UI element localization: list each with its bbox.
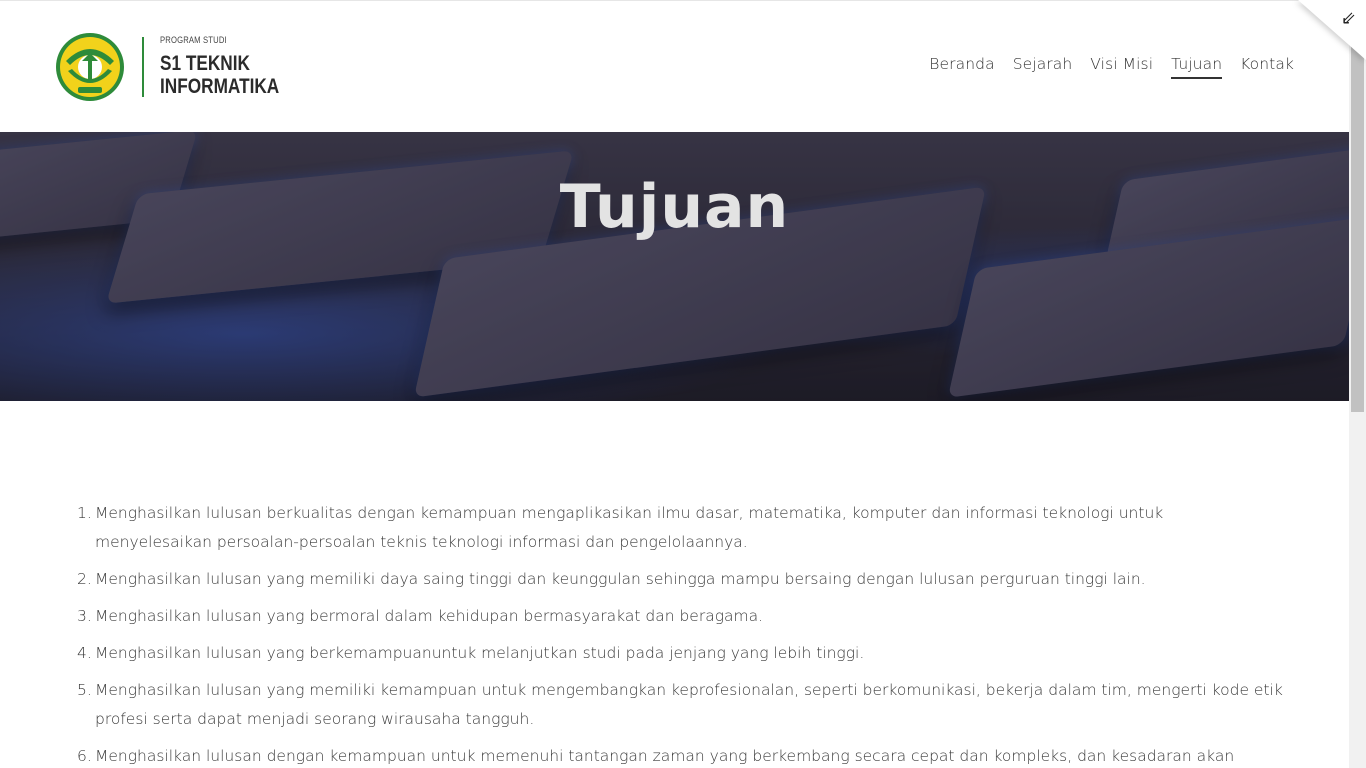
list-item: 3. Menghasilkan lulusan yang bermoral da… xyxy=(77,602,1285,631)
list-item-text: Menghasilkan lulusan yang memiliki kemam… xyxy=(95,681,1283,728)
main-content: 1. Menghasilkan lulusan berkualitas deng… xyxy=(77,499,1285,768)
nav-item-kontak[interactable]: Kontak xyxy=(1240,55,1294,79)
site-header: PROGRAM STUDI S1 TEKNIK INFORMATIKA Bera… xyxy=(0,0,1349,132)
page-title: Tujuan xyxy=(559,172,790,242)
goals-list: 1. Menghasilkan lulusan berkualitas deng… xyxy=(77,499,1285,768)
list-item-number: 6. xyxy=(77,747,92,765)
list-item-text: Menghasilkan lulusan yang bermoral dalam… xyxy=(95,607,764,625)
list-item: 1. Menghasilkan lulusan berkualitas deng… xyxy=(77,499,1285,557)
scrollbar-thumb[interactable] xyxy=(1351,40,1364,412)
exit-fullscreen-icon[interactable]: ⇙ xyxy=(1341,8,1356,29)
brand[interactable]: PROGRAM STUDI S1 TEKNIK INFORMATIKA xyxy=(54,31,305,103)
corner-fold[interactable]: ⇙ xyxy=(1298,0,1366,60)
brand-title-line2: INFORMATIKA xyxy=(160,74,280,98)
list-item-text: Menghasilkan lulusan dengan kemampuan un… xyxy=(95,747,1235,765)
list-item-number: 1. xyxy=(77,504,92,522)
list-item-text: Menghasilkan lulusan yang memiliki daya … xyxy=(95,570,1146,588)
university-emblem-icon xyxy=(56,33,124,101)
list-item: 5. Menghasilkan lulusan yang memiliki ke… xyxy=(77,676,1285,734)
list-item-number: 4. xyxy=(77,644,92,662)
hero-banner: Tujuan xyxy=(0,132,1349,401)
brand-divider xyxy=(142,37,144,97)
nav-item-visi-misi[interactable]: Visi Misi xyxy=(1090,55,1153,79)
list-item: 4. Menghasilkan lulusan yang berkemampua… xyxy=(77,639,1285,668)
list-item-number: 2. xyxy=(77,570,92,588)
brand-title-line1: S1 TEKNIK xyxy=(160,52,250,76)
list-item-number: 3. xyxy=(77,607,92,625)
list-item: 6. Menghasilkan lulusan dengan kemampuan… xyxy=(77,742,1285,768)
brand-small-label: PROGRAM STUDI xyxy=(160,35,227,46)
nav-item-sejarah[interactable]: Sejarah xyxy=(1013,55,1073,79)
list-item: 2. Menghasilkan lulusan yang memiliki da… xyxy=(77,565,1285,594)
nav-item-beranda[interactable]: Beranda xyxy=(929,55,994,79)
nav-item-tujuan[interactable]: Tujuan xyxy=(1171,55,1223,79)
page-scrollbar[interactable] xyxy=(1349,0,1366,768)
list-item-text: Menghasilkan lulusan yang berkemampuanun… xyxy=(95,644,865,662)
main-nav: Beranda Sejarah Visi Misi Tujuan Kontak xyxy=(911,55,1294,79)
list-item-text: Menghasilkan lulusan berkualitas dengan … xyxy=(95,504,1164,551)
brand-text: PROGRAM STUDI S1 TEKNIK INFORMATIKA xyxy=(160,36,305,97)
list-item-number: 5. xyxy=(77,681,92,699)
